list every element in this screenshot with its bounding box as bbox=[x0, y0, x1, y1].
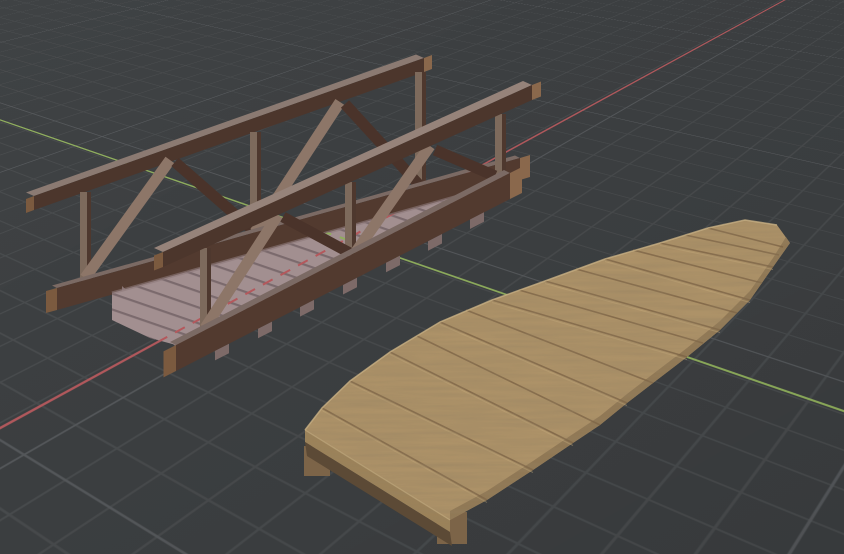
far-top-chord-left-end-grain bbox=[26, 196, 34, 213]
near-top-chord-right-end-grain bbox=[532, 81, 541, 100]
near-bottom-chord-left-end-grain bbox=[163, 345, 176, 378]
far-bottom-chord-left-end-grain bbox=[46, 288, 57, 313]
3d-viewport[interactable] bbox=[0, 0, 844, 554]
arch-bridge-object[interactable] bbox=[304, 219, 790, 546]
near-post-edge bbox=[502, 114, 506, 178]
scene-objects-layer bbox=[26, 54, 790, 546]
far-top-chord-right-end-grain bbox=[424, 55, 432, 72]
